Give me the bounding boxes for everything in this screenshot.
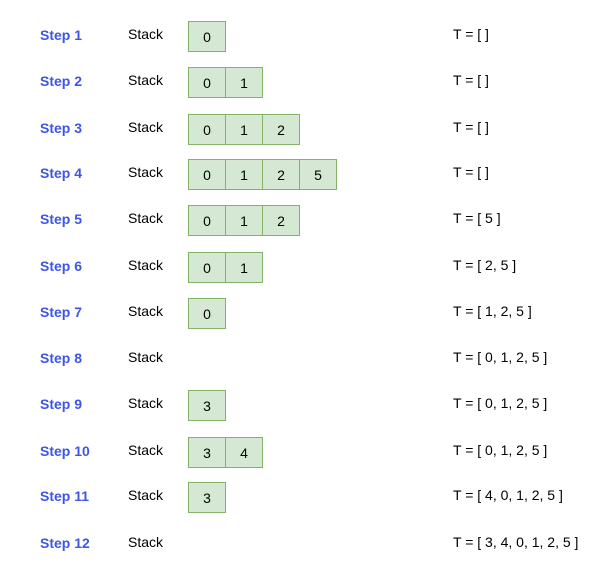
step-row: Step 3 Stack 0 1 2 T = [ ] xyxy=(0,112,613,146)
t-value: T = [ 3, 4, 0, 1, 2, 5 ] xyxy=(453,534,579,550)
step-row: Step 9 Stack 3 T = [ 0, 1, 2, 5 ] xyxy=(0,388,613,422)
t-value: T = [ 0, 1, 2, 5 ] xyxy=(453,395,548,411)
t-value: T = [ 0, 1, 2, 5 ] xyxy=(453,442,548,458)
stack-cell: 2 xyxy=(262,205,300,236)
t-value: T = [ 0, 1, 2, 5 ] xyxy=(453,349,548,365)
stack-cell: 3 xyxy=(188,437,226,468)
step-label: Step 12 xyxy=(40,535,90,551)
stack-cells: 012 xyxy=(188,205,300,236)
t-value: T = [ ] xyxy=(453,119,489,135)
stack-cell: 2 xyxy=(262,159,300,190)
stack-cells: 0 xyxy=(188,21,226,52)
step-row: Step 1 Stack 0 T = [ ] xyxy=(0,19,613,53)
step-label: Step 9 xyxy=(40,396,83,412)
step-label: Step 8 xyxy=(40,350,83,366)
stack-cells: 0 xyxy=(188,298,226,329)
stack-cell: 1 xyxy=(225,114,263,145)
stack-cell: 1 xyxy=(225,252,263,283)
stack-label: Stack xyxy=(128,349,164,365)
stack-cell: 3 xyxy=(188,390,226,421)
step-row: Step 6 Stack 0 1 T = [ 2, 5 ] xyxy=(0,250,613,284)
step-row: Step 11 Stack 3 T = [ 4, 0, 1, 2, 5 ] xyxy=(0,480,613,514)
step-row: Step 4 Stack 0 1 2 5 T = [ ] xyxy=(0,157,613,191)
step-label: Step 2 xyxy=(40,73,83,89)
step-diagram: Step 1 Stack 0 T = [ ] Step 2 Stack 0 1 T = [ ] S… xyxy=(0,0,613,583)
stack-label: Stack xyxy=(128,257,164,273)
stack-cell: 1 xyxy=(225,67,263,98)
stack-cell: 1 xyxy=(225,159,263,190)
stack-cells: 01 xyxy=(188,252,263,283)
stack-label: Stack xyxy=(128,442,164,458)
stack-cells: 012 xyxy=(188,114,300,145)
step-label: Step 6 xyxy=(40,258,83,274)
step-label: Step 11 xyxy=(40,488,90,504)
stack-cells: 34 xyxy=(188,437,263,468)
stack-label: Stack xyxy=(128,303,164,319)
stack-cells: 3 xyxy=(188,482,226,513)
stack-cell: 0 xyxy=(188,298,226,329)
stack-label: Stack xyxy=(128,534,164,550)
step-label: Step 10 xyxy=(40,443,90,459)
step-row: Step 12 Stack T = [ 3, 4, 0, 1, 2, 5 ] xyxy=(0,527,613,561)
step-label: Step 7 xyxy=(40,304,83,320)
t-value: T = [ ] xyxy=(453,164,489,180)
t-value: T = [ 4, 0, 1, 2, 5 ] xyxy=(453,487,563,503)
stack-label: Stack xyxy=(128,164,164,180)
step-label: Step 1 xyxy=(40,27,83,43)
t-value: T = [ ] xyxy=(453,72,489,88)
t-value: T = [ ] xyxy=(453,26,489,42)
stack-cell: 0 xyxy=(188,67,226,98)
stack-cell: 3 xyxy=(188,482,226,513)
stack-label: Stack xyxy=(128,395,164,411)
step-row: Step 5 Stack 0 1 2 T = [ 5 ] xyxy=(0,203,613,237)
stack-cells: 3 xyxy=(188,390,226,421)
stack-cell: 5 xyxy=(299,159,337,190)
stack-cell: 0 xyxy=(188,114,226,145)
step-label: Step 5 xyxy=(40,211,83,227)
stack-cell: 1 xyxy=(225,205,263,236)
stack-cell: 0 xyxy=(188,252,226,283)
stack-cell: 2 xyxy=(262,114,300,145)
t-value: T = [ 2, 5 ] xyxy=(453,257,517,273)
stack-cells: 01 xyxy=(188,67,263,98)
stack-cell: 4 xyxy=(225,437,263,468)
stack-cell: 0 xyxy=(188,21,226,52)
stack-cells: 0125 xyxy=(188,159,337,190)
step-row: Step 2 Stack 0 1 T = [ ] xyxy=(0,65,613,99)
step-row: Step 8 Stack T = [ 0, 1, 2, 5 ] xyxy=(0,342,613,376)
step-row: Step 7 Stack 0 T = [ 1, 2, 5 ] xyxy=(0,296,613,330)
stack-cell: 0 xyxy=(188,159,226,190)
step-row: Step 10 Stack 3 4 T = [ 0, 1, 2, 5 ] xyxy=(0,435,613,469)
t-value: T = [ 5 ] xyxy=(453,210,501,226)
t-value: T = [ 1, 2, 5 ] xyxy=(453,303,532,319)
stack-label: Stack xyxy=(128,26,164,42)
stack-label: Stack xyxy=(128,487,164,503)
stack-label: Stack xyxy=(128,72,164,88)
step-label: Step 4 xyxy=(40,165,83,181)
stack-cell: 0 xyxy=(188,205,226,236)
step-label: Step 3 xyxy=(40,120,83,136)
stack-label: Stack xyxy=(128,119,164,135)
stack-label: Stack xyxy=(128,210,164,226)
